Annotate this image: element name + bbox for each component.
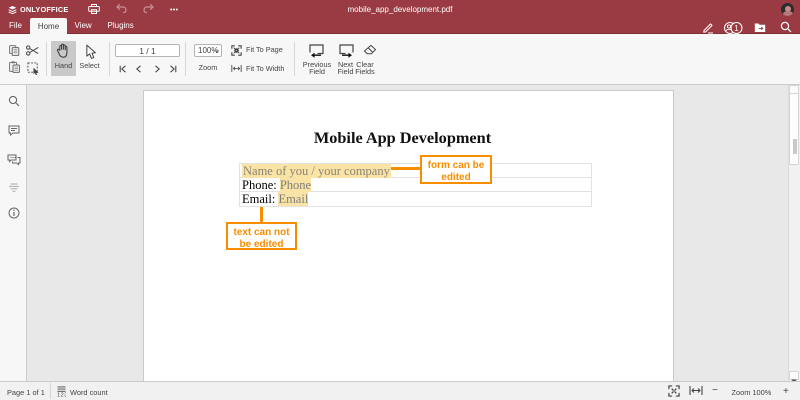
svg-text:123: 123 (57, 392, 66, 396)
svg-text:1: 1 (734, 24, 739, 33)
